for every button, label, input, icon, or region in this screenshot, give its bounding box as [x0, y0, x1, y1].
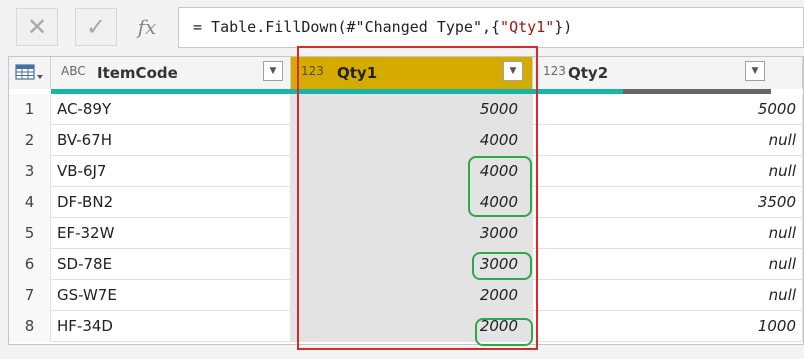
- text-type-icon: ABC: [61, 64, 86, 78]
- cancel-formula-button[interactable]: ✕: [16, 8, 58, 46]
- itemcode-cell[interactable]: VB-6J7: [51, 156, 291, 187]
- itemcode-cell[interactable]: EF-32W: [51, 218, 291, 249]
- formula-text-suffix: }): [554, 18, 573, 36]
- column-header-label: Qty1: [337, 64, 378, 82]
- close-icon: ✕: [26, 13, 48, 41]
- qty1-cell[interactable]: 3000: [291, 249, 533, 280]
- formula-text-string: "Qty1": [500, 18, 555, 36]
- filter-dropdown-button[interactable]: ▼: [745, 61, 765, 81]
- row-number: 8: [9, 311, 51, 342]
- row-number: 6: [9, 249, 51, 280]
- row-number: 2: [9, 125, 51, 156]
- qty1-cell[interactable]: 4000: [291, 156, 533, 187]
- table-row[interactable]: 8 HF-34D 2000 1000: [9, 311, 803, 342]
- number-type-icon: 123: [543, 64, 566, 78]
- itemcode-cell[interactable]: HF-34D: [51, 311, 291, 342]
- row-number: 4: [9, 187, 51, 218]
- qty1-cell[interactable]: 5000: [291, 94, 533, 125]
- chevron-down-icon: ▼: [751, 66, 759, 76]
- row-number: 7: [9, 280, 51, 311]
- filter-dropdown-button[interactable]: ▼: [503, 61, 523, 81]
- formula-input[interactable]: = Table.FillDown(#"Changed Type",{"Qty1"…: [178, 7, 804, 48]
- qty1-cell[interactable]: 4000: [291, 125, 533, 156]
- row-number: 3: [9, 156, 51, 187]
- itemcode-cell[interactable]: DF-BN2: [51, 187, 291, 218]
- row-number: 1: [9, 94, 51, 125]
- itemcode-cell[interactable]: BV-67H: [51, 125, 291, 156]
- table-row[interactable]: 7 GS-W7E 2000 null: [9, 280, 803, 311]
- qty2-cell[interactable]: null: [533, 280, 803, 311]
- commit-formula-button[interactable]: ✓: [75, 8, 117, 46]
- table-row[interactable]: 4 DF-BN2 4000 3500: [9, 187, 803, 218]
- column-header-label: Qty2: [568, 64, 609, 82]
- insert-function-button[interactable]: fx: [126, 8, 168, 46]
- number-type-icon: 123: [301, 64, 324, 78]
- qty2-cell[interactable]: 3500: [533, 187, 803, 218]
- qty2-cell[interactable]: 5000: [533, 94, 803, 125]
- table-row[interactable]: 1 AC-89Y 5000 5000: [9, 94, 803, 125]
- itemcode-cell[interactable]: AC-89Y: [51, 94, 291, 125]
- qty2-cell[interactable]: 1000: [533, 311, 803, 342]
- column-header-label: ItemCode: [97, 64, 178, 82]
- table-row[interactable]: 5 EF-32W 3000 null: [9, 218, 803, 249]
- table-row[interactable]: 3 VB-6J7 4000 null: [9, 156, 803, 187]
- qty1-cell[interactable]: 2000: [291, 311, 533, 342]
- filter-dropdown-button[interactable]: ▼: [263, 61, 283, 81]
- qty2-cell[interactable]: null: [533, 125, 803, 156]
- qty2-cell[interactable]: null: [533, 218, 803, 249]
- qty1-cell[interactable]: 3000: [291, 218, 533, 249]
- row-number: 5: [9, 218, 51, 249]
- data-grid: ABC ItemCode ▼ 123 Qty1 ▼ 123 Qty2 ▼ 1 A…: [8, 56, 804, 345]
- fx-icon: fx: [137, 15, 157, 39]
- qty1-cell[interactable]: 4000: [291, 187, 533, 218]
- qty2-cell[interactable]: null: [533, 156, 803, 187]
- qty1-cell[interactable]: 2000: [291, 280, 533, 311]
- column-header-itemcode[interactable]: ABC ItemCode ▼: [51, 57, 291, 89]
- qty2-cell[interactable]: null: [533, 249, 803, 280]
- itemcode-cell[interactable]: SD-78E: [51, 249, 291, 280]
- chevron-down-icon: ▼: [269, 66, 277, 76]
- chevron-down-icon: ▼: [509, 66, 517, 76]
- column-header-qty1[interactable]: 123 Qty1 ▼: [291, 57, 533, 89]
- table-icon: [15, 64, 43, 80]
- formula-bar: ✕ ✓ fx = Table.FillDown(#"Changed Type",…: [0, 0, 804, 53]
- table-row[interactable]: 2 BV-67H 4000 null: [9, 125, 803, 156]
- formula-text-prefix: = Table.FillDown(#"Changed Type",{: [193, 18, 501, 36]
- table-row[interactable]: 6 SD-78E 3000 null: [9, 249, 803, 280]
- table-menu-button[interactable]: [9, 57, 51, 89]
- column-header-qty2[interactable]: 123 Qty2 ▼: [533, 57, 803, 89]
- checkmark-icon: ✓: [85, 13, 107, 41]
- itemcode-cell[interactable]: GS-W7E: [51, 280, 291, 311]
